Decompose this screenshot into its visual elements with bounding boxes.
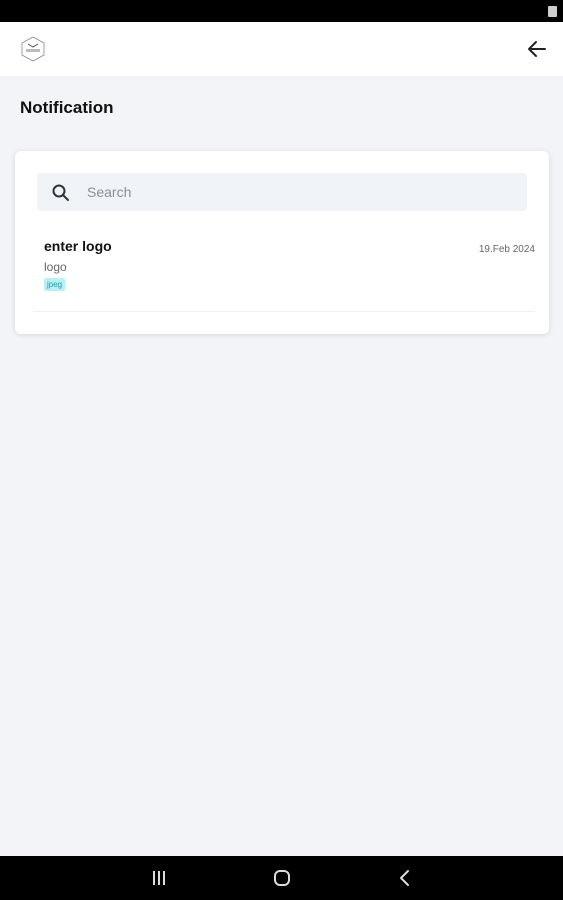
notification-item[interactable]: enter logo 19.Feb 2024 logo jpeg xyxy=(33,235,535,312)
battery-icon xyxy=(548,6,557,17)
system-nav-bar xyxy=(0,856,563,900)
page-title: Notification xyxy=(20,98,114,117)
back-arrow-icon[interactable] xyxy=(523,35,551,63)
notification-date: 19.Feb 2024 xyxy=(478,244,535,255)
home-icon[interactable] xyxy=(270,866,294,890)
nav-back-icon[interactable] xyxy=(393,866,417,890)
recents-icon[interactable] xyxy=(147,866,171,890)
app-bar xyxy=(0,22,563,76)
search-icon xyxy=(51,183,71,203)
notification-subtitle: logo xyxy=(44,260,67,274)
notification-card: enter logo 19.Feb 2024 logo jpeg xyxy=(15,151,549,334)
search-box[interactable] xyxy=(37,173,527,211)
screen: Notification enter logo 19.Feb 2024 logo… xyxy=(0,0,563,900)
app-logo-icon[interactable] xyxy=(19,35,47,63)
search-input[interactable] xyxy=(87,173,507,211)
status-bar xyxy=(0,0,563,22)
notification-title: enter logo xyxy=(44,238,112,254)
file-type-badge: jpeg xyxy=(44,278,66,291)
